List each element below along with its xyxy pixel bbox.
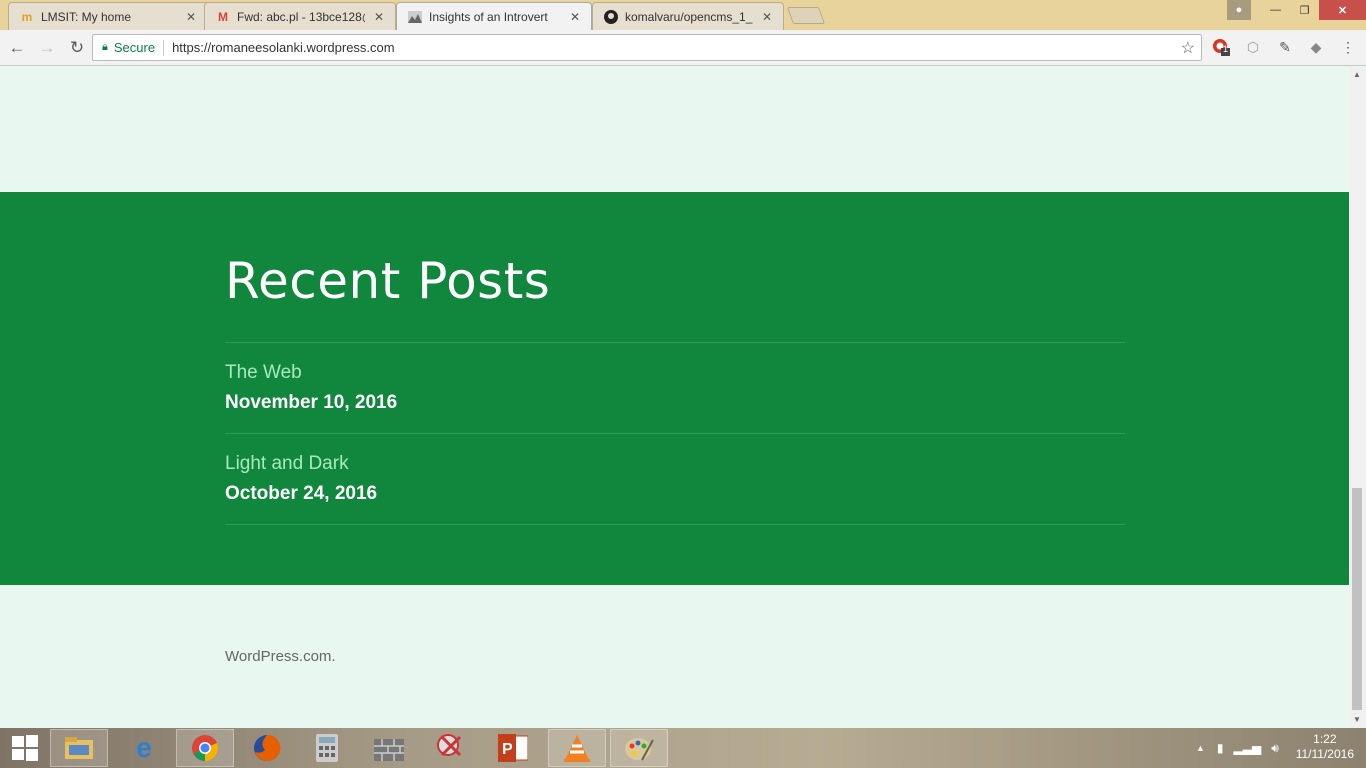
show-hidden-icons-icon[interactable]: ▲ [1196, 743, 1205, 753]
windows-taskbar: e P ▲ ▮ ▂▃▅ 🔊︎ 1:22 11/11/2016 [0, 728, 1366, 768]
bookmark-star-icon[interactable]: ☆ [1181, 38, 1195, 58]
user-profile-icon[interactable]: ● [1227, 0, 1251, 20]
tab-title: Fwd: abc.pl - 13bce128@ [237, 9, 365, 24]
new-tab-button[interactable] [786, 7, 826, 24]
blog-icon [407, 9, 423, 25]
tab-title: LMSIT: My home [41, 9, 132, 24]
github-icon [603, 9, 619, 25]
forward-arrow-icon[interactable]: → [34, 35, 60, 61]
shield-extension-icon[interactable]: ◆ [1305, 36, 1327, 58]
secure-label: Secure [113, 40, 156, 55]
tab-title: komalvaru/opencms_1_p [625, 9, 753, 24]
network-icon[interactable]: ▂▃▅ [1234, 741, 1262, 755]
web-page: Recent Posts The Web November 10, 2016 L… [0, 67, 1349, 728]
close-window-button[interactable]: ✕ [1319, 0, 1366, 20]
moodle-icon: m [21, 9, 33, 24]
close-icon[interactable]: ✕ [183, 10, 199, 24]
recent-posts-widget: Recent Posts The Web November 10, 2016 L… [0, 192, 1349, 585]
divider [163, 39, 165, 56]
widget-title: Recent Posts [225, 252, 551, 310]
close-icon[interactable]: ✕ [759, 10, 775, 24]
divider [225, 524, 1125, 525]
tab-github[interactable]: komalvaru/opencms_1_p ✕ [592, 2, 784, 30]
calculator-icon[interactable] [298, 729, 356, 767]
address-bar[interactable]: 🔒︎ Secure https://romaneesolanki.wordpre… [92, 34, 1202, 61]
clock-date: 11/11/2016 [1295, 747, 1354, 761]
taskbar-clock[interactable]: 1:22 11/11/2016 [1296, 732, 1354, 762]
menu-icon[interactable]: ⋮ [1337, 36, 1359, 58]
firewall-icon[interactable] [360, 729, 418, 767]
svg-text:P: P [502, 741, 513, 758]
scrollbar-thumb[interactable] [1352, 488, 1362, 710]
post-link[interactable]: The Web [225, 362, 302, 384]
tab-insights[interactable]: Insights of an Introvert ✕ [396, 2, 592, 30]
tab-strip: m LMSIT: My home ✕ M Fwd: abc.pl - 13bce… [0, 0, 1366, 30]
extension-badge: 1 [1223, 44, 1229, 54]
divider [225, 342, 1125, 343]
eyedropper-extension-icon[interactable]: ✎ [1274, 36, 1296, 58]
power-icon[interactable]: ▮ [1217, 741, 1224, 755]
windows-start-icon[interactable] [0, 728, 50, 768]
cube-extension-icon[interactable]: ⬡ [1242, 36, 1264, 58]
vlc-icon[interactable] [548, 729, 606, 767]
reload-icon[interactable]: ↻ [64, 35, 90, 61]
close-icon[interactable]: ✕ [371, 10, 387, 24]
scroll-down-arrow-icon[interactable]: ▼ [1353, 715, 1361, 724]
divider [225, 433, 1125, 434]
minimize-button[interactable]: — [1261, 0, 1290, 20]
system-tray: ▲ ▮ ▂▃▅ 🔊︎ [1196, 728, 1279, 768]
close-icon[interactable]: ✕ [567, 10, 583, 24]
page-scrollbar[interactable]: ▲ ▼ [1349, 67, 1366, 728]
browser-toolbar: ← → ↻ 🔒︎ Secure https://romaneesolanki.w… [0, 30, 1366, 66]
volume-icon[interactable]: 🔊︎ [1271, 741, 1279, 756]
chrome-icon[interactable] [176, 729, 234, 767]
url-text[interactable]: https://romaneesolanki.wordpress.com [172, 40, 395, 55]
window-controls: ● — ❐ ✕ [1227, 0, 1366, 20]
post-link[interactable]: Light and Dark [225, 453, 349, 475]
powerpoint-icon[interactable]: P [484, 729, 542, 767]
file-explorer-icon[interactable] [50, 729, 108, 767]
lock-icon: 🔒︎ [102, 41, 108, 53]
tab-gmail[interactable]: M Fwd: abc.pl - 13bce128@ ✕ [204, 2, 396, 30]
footer-credit-link[interactable]: WordPress.com. [225, 648, 336, 665]
paint-icon[interactable] [610, 729, 668, 767]
gmail-icon: M [218, 9, 228, 24]
clock-time: 1:22 [1313, 732, 1337, 746]
back-arrow-icon[interactable]: ← [4, 35, 30, 61]
tab-title: Insights of an Introvert [429, 9, 548, 24]
tab-lmsit[interactable]: m LMSIT: My home ✕ [8, 2, 208, 30]
post-date: November 10, 2016 [225, 392, 398, 413]
opera-extension-icon[interactable]: 1 [1210, 36, 1232, 58]
restore-button[interactable]: ❐ [1290, 0, 1319, 20]
post-date: October 24, 2016 [225, 483, 378, 504]
firefox-icon[interactable] [238, 729, 296, 767]
snipping-tool-icon[interactable] [422, 729, 480, 767]
scroll-up-arrow-icon[interactable]: ▲ [1353, 70, 1361, 79]
internet-explorer-icon[interactable]: e [115, 729, 173, 767]
